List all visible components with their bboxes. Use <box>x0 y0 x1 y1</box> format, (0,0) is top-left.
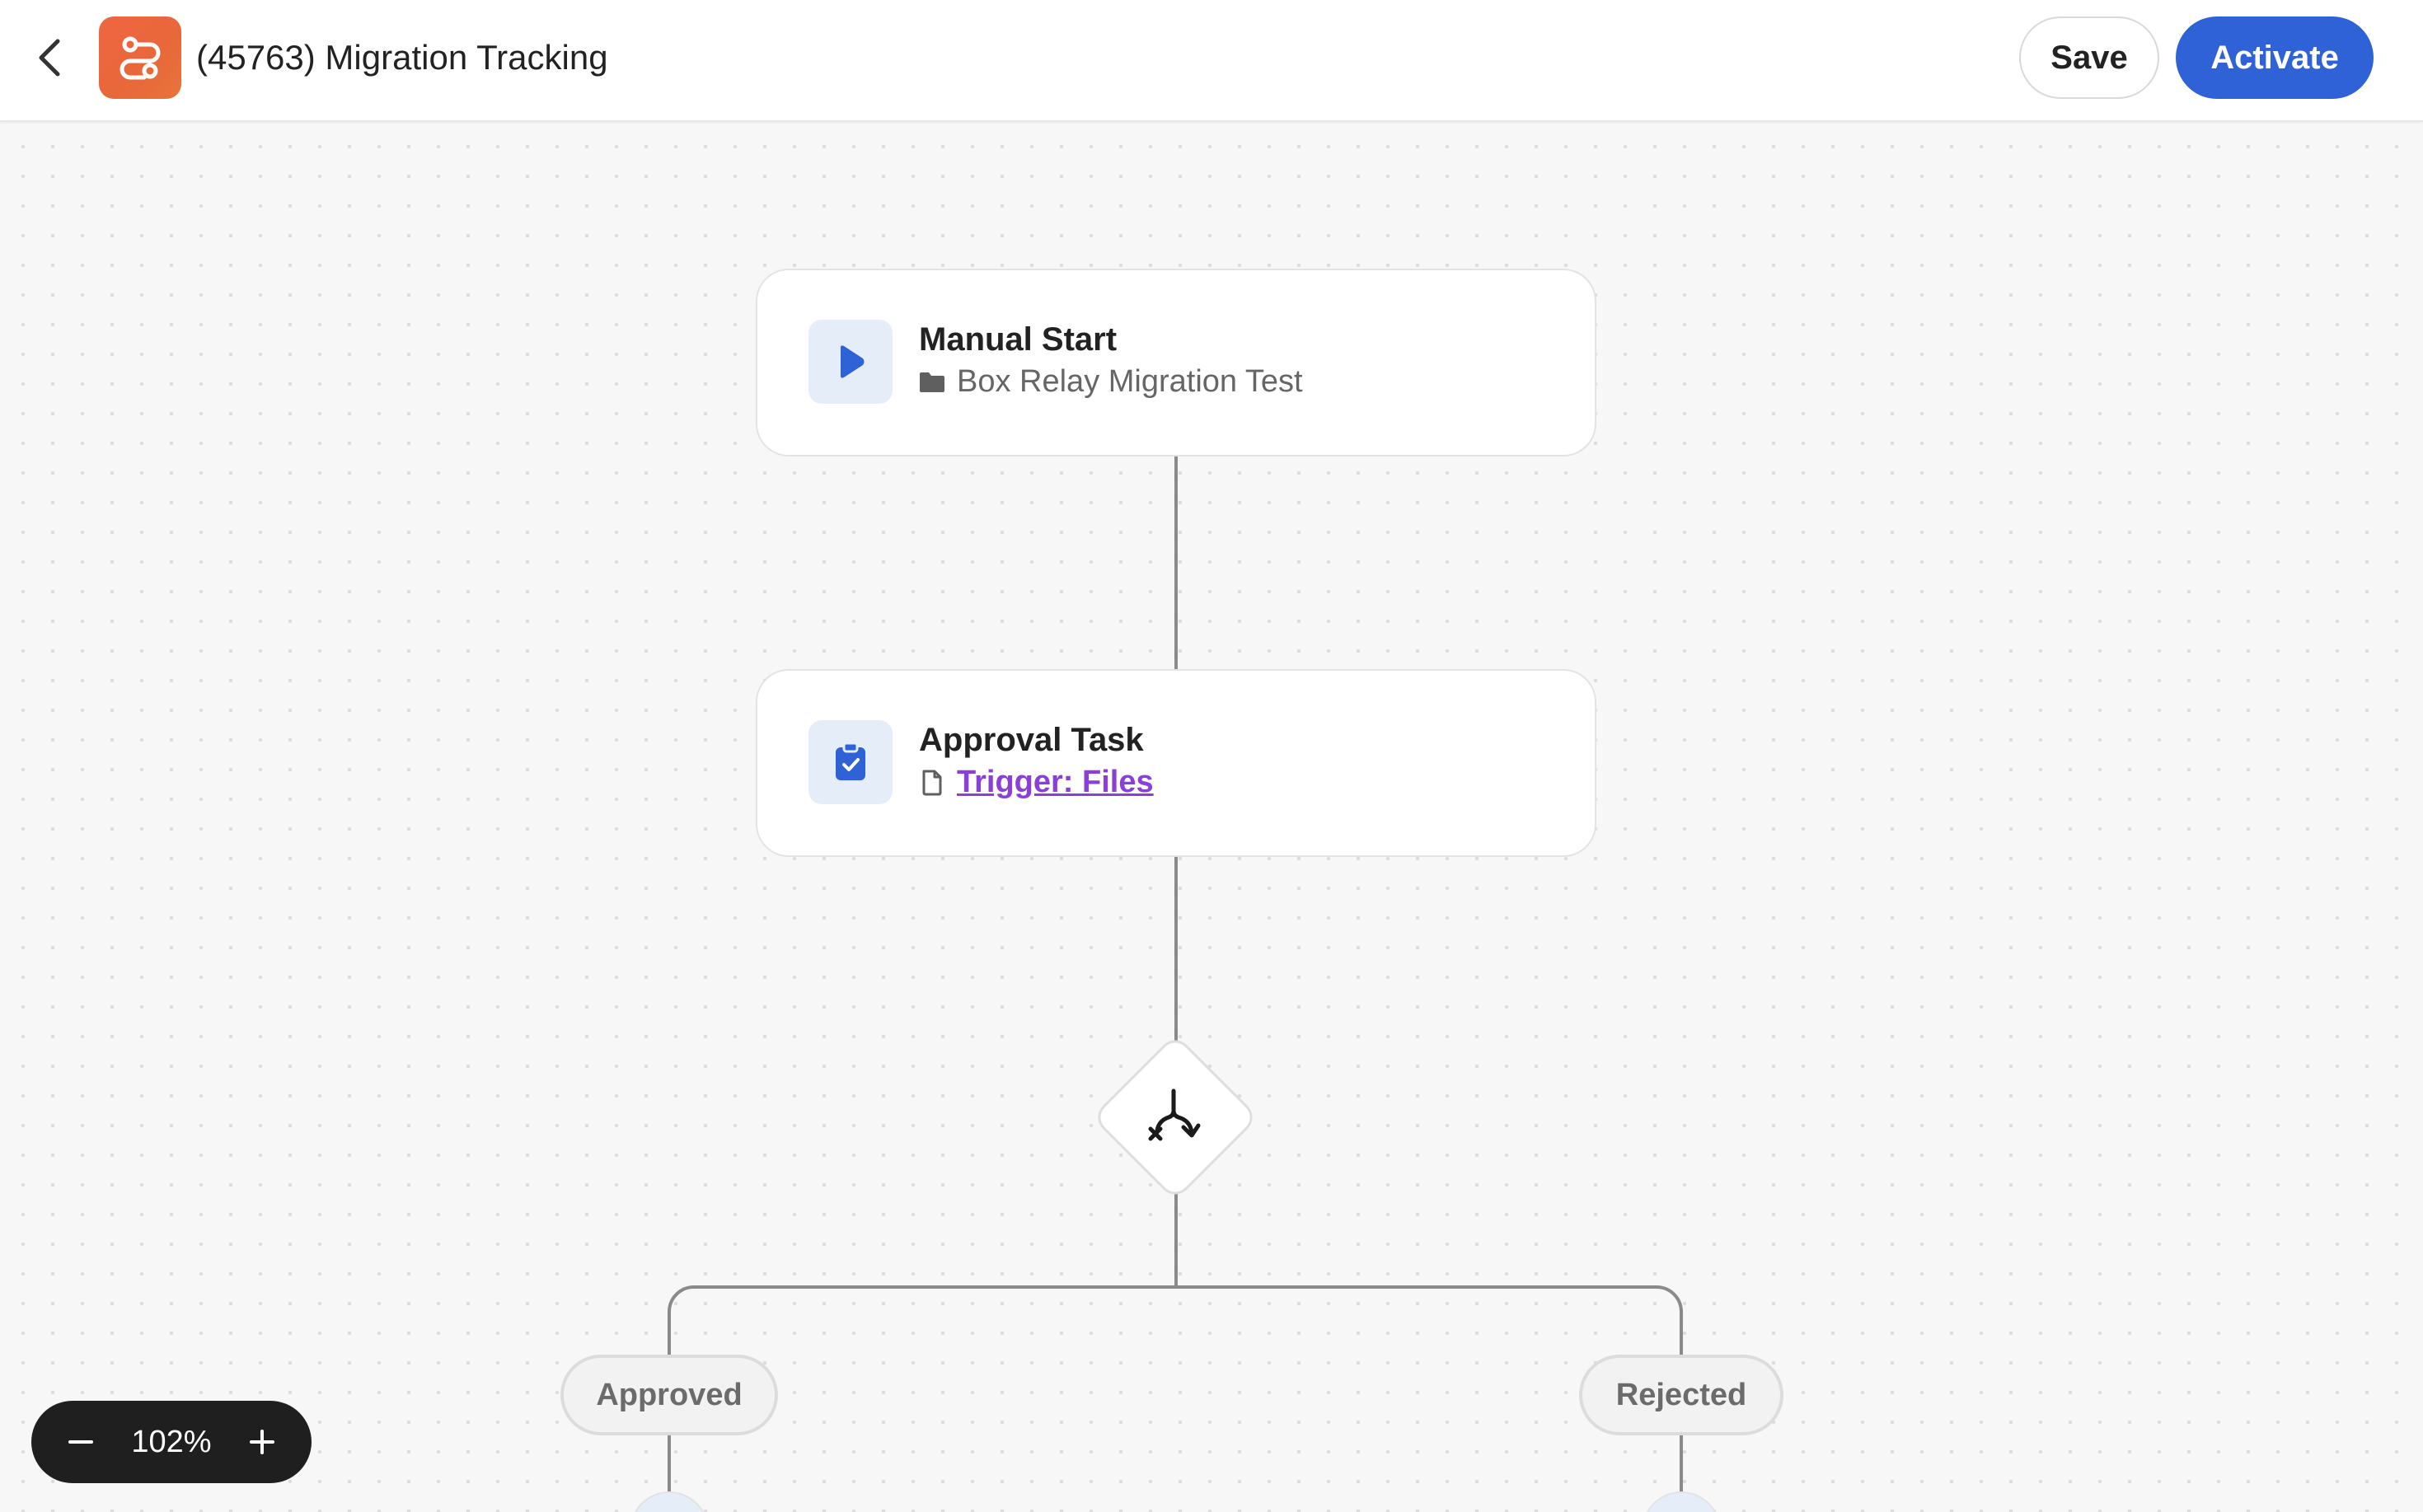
zoom-in-button[interactable] <box>237 1417 287 1467</box>
chevron-left-icon <box>39 39 60 77</box>
node-subtitle: Trigger: Files <box>919 765 1154 800</box>
node-subtitle-text: Box Relay Migration Test <box>957 364 1303 399</box>
workflow-icon <box>120 36 161 80</box>
plus-icon <box>249 1430 274 1454</box>
save-button[interactable]: Save <box>2019 16 2159 99</box>
back-button[interactable] <box>26 28 73 87</box>
node-subtitle: Box Relay Migration Test <box>919 364 1303 400</box>
file-icon <box>919 770 945 796</box>
workflow-canvas[interactable]: Manual Start Box Relay Migration Test Ap… <box>0 124 2423 1512</box>
connector-branch-split <box>668 1285 1683 1356</box>
branch-approved[interactable]: Approved <box>560 1355 778 1435</box>
approval-task-node[interactable]: Approval Task Trigger: Files <box>756 669 1596 857</box>
node-title: Manual Start <box>919 321 1118 358</box>
zoom-out-button[interactable] <box>56 1417 105 1467</box>
top-bar: (45763) Migration Tracking Save Activate <box>0 0 2423 122</box>
minus-icon <box>68 1440 93 1444</box>
zoom-control: 102% <box>31 1401 312 1483</box>
branch-rejected[interactable]: Rejected <box>1579 1355 1783 1435</box>
approval-task-icon-box <box>808 720 893 804</box>
workflow-title: (45763) Migration Tracking <box>196 38 608 77</box>
folder-icon <box>919 369 945 396</box>
workflow-app-logo <box>99 16 181 99</box>
play-icon <box>841 345 865 378</box>
trigger-files-link[interactable]: Trigger: Files <box>957 765 1154 800</box>
zoom-level: 102% <box>131 1424 212 1459</box>
manual-start-icon-box <box>808 320 893 404</box>
node-title: Approval Task <box>919 722 1144 758</box>
activate-button[interactable]: Activate <box>2176 16 2374 99</box>
manual-start-node[interactable]: Manual Start Box Relay Migration Test <box>756 269 1596 456</box>
clipboard-check-icon <box>836 742 865 780</box>
